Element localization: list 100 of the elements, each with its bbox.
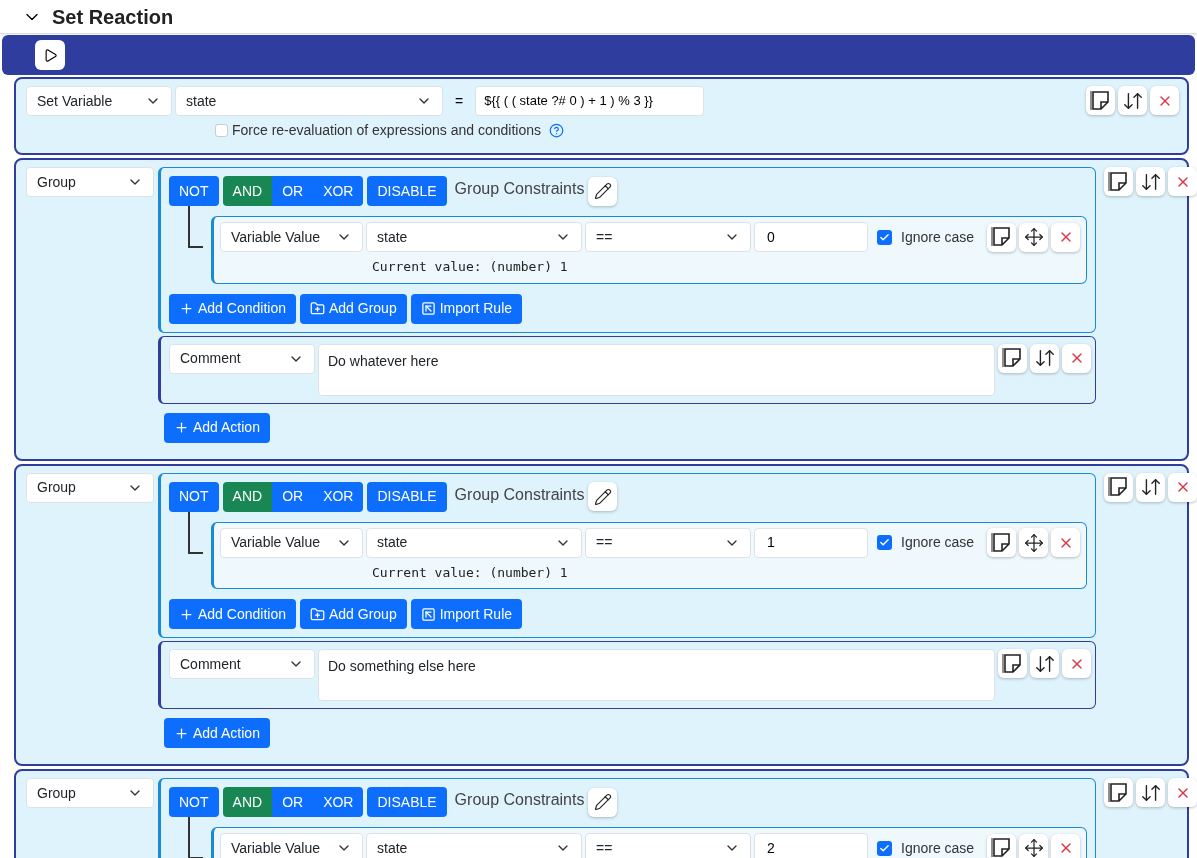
logic-toggle[interactable]: XOR: [313, 481, 364, 512]
move-button[interactable]: [1019, 528, 1049, 557]
move-icon: [1023, 227, 1044, 247]
logic-toggle[interactable]: XOR: [313, 176, 364, 206]
comment-field[interactable]: Do something else here: [318, 649, 996, 701]
help-icon[interactable]: [548, 123, 564, 138]
copy-button[interactable]: [987, 833, 1017, 858]
move-button[interactable]: [1019, 833, 1049, 858]
ignore-case-checkbox[interactable]: [877, 840, 892, 856]
folder-plus-icon: [309, 606, 325, 622]
plus-icon: [179, 606, 194, 622]
check-icon: [879, 231, 890, 243]
equals-sign: =: [455, 91, 464, 111]
logic-toggle[interactable]: XOR: [313, 787, 364, 817]
expression-field[interactable]: ${{ ( ( state ?# 0 ) + 1 ) % 3 }}: [475, 86, 705, 116]
check-icon: [879, 537, 890, 548]
copy-button[interactable]: [1104, 167, 1134, 196]
disable-button[interactable]: DISABLE: [367, 481, 447, 512]
ignore-case-checkbox[interactable]: [877, 229, 892, 245]
reorder-button[interactable]: [1030, 343, 1060, 373]
logic-toggle[interactable]: OR: [272, 787, 314, 817]
edit-button[interactable]: [588, 176, 618, 206]
dropdown[interactable]: Group: [26, 167, 154, 197]
disable-button[interactable]: DISABLE: [367, 787, 447, 817]
copy-button[interactable]: [1104, 472, 1134, 502]
move-button[interactable]: [1019, 222, 1049, 252]
dropdown[interactable]: Variable Value: [220, 833, 363, 858]
value-field[interactable]: 0: [754, 222, 868, 252]
reorder-button[interactable]: [1136, 167, 1166, 196]
copy-button[interactable]: [987, 222, 1017, 252]
up-down-arrows-icon: [1033, 347, 1056, 369]
dropdown[interactable]: ==: [585, 222, 751, 252]
not-button[interactable]: NOT: [169, 787, 219, 817]
copy-button[interactable]: [998, 649, 1028, 678]
note-icon: [1107, 781, 1130, 804]
reorder-button[interactable]: [1136, 778, 1166, 807]
ignore-case-checkbox[interactable]: [877, 535, 892, 550]
dropdown[interactable]: ==: [585, 527, 751, 558]
import-icon: [420, 606, 436, 622]
add-button[interactable]: Add Group: [299, 293, 407, 324]
not-button[interactable]: NOT: [169, 176, 219, 206]
plus-icon: [179, 301, 194, 316]
reorder-button[interactable]: [1030, 649, 1060, 678]
copy-button[interactable]: [1086, 86, 1115, 115]
checkbox-label: Ignore case: [901, 227, 975, 247]
dropdown[interactable]: ==: [585, 833, 751, 858]
play-button[interactable]: [35, 40, 65, 70]
dropdown[interactable]: state: [366, 527, 582, 558]
disable-button[interactable]: DISABLE: [367, 176, 447, 206]
logic-toggle[interactable]: AND: [222, 481, 273, 512]
value-field[interactable]: 2: [754, 833, 868, 858]
pencil-icon: [593, 182, 612, 200]
add-action-button[interactable]: Add Action: [164, 412, 270, 443]
dropdown[interactable]: Comment: [169, 649, 315, 679]
dropdown[interactable]: Variable Value: [220, 527, 363, 558]
tree-line: [188, 206, 203, 248]
note-icon: [990, 531, 1013, 554]
add-button[interactable]: Import Rule: [410, 599, 523, 629]
logic-toggle[interactable]: AND: [222, 787, 273, 817]
reorder-button[interactable]: [1118, 86, 1147, 115]
dropdown[interactable]: Comment: [169, 343, 315, 374]
up-down-arrows-icon: [1139, 476, 1162, 498]
copy-button[interactable]: [987, 528, 1017, 557]
current-value-text: Current value: (number) 1: [372, 563, 569, 582]
copy-button[interactable]: [1104, 778, 1134, 807]
folder-plus-icon: [309, 301, 325, 316]
dropdown[interactable]: Variable Value: [220, 222, 363, 252]
dropdown[interactable]: state: [175, 86, 443, 116]
note-icon: [1001, 652, 1024, 675]
comment-field[interactable]: Do whatever here: [318, 343, 996, 396]
add-button[interactable]: Add Group: [299, 599, 407, 629]
dropdown[interactable]: Group: [26, 778, 154, 808]
dropdown[interactable]: Set Variable: [26, 86, 172, 116]
logic-toggle[interactable]: OR: [272, 481, 314, 512]
add-action-button[interactable]: Add Action: [164, 718, 270, 748]
logic-toggle[interactable]: AND: [222, 176, 273, 206]
pencil-icon: [593, 793, 612, 811]
delete-button[interactable]: [1051, 833, 1081, 858]
value-field[interactable]: 1: [754, 527, 868, 558]
current-value-text: Current value: (number) 1: [372, 258, 569, 276]
dropdown[interactable]: state: [366, 833, 582, 858]
edit-button[interactable]: [588, 787, 618, 817]
tree-line: [188, 817, 203, 858]
dropdown[interactable]: state: [366, 222, 582, 252]
logic-toggle[interactable]: OR: [272, 176, 314, 206]
force-checkbox[interactable]: [215, 124, 228, 137]
tree-line: [188, 511, 203, 554]
add-button[interactable]: Add Condition: [169, 599, 296, 629]
copy-button[interactable]: [998, 343, 1028, 373]
pencil-icon: [593, 487, 612, 506]
dropdown[interactable]: Group: [26, 472, 154, 503]
move-icon: [1023, 532, 1044, 553]
edit-button[interactable]: [588, 482, 618, 511]
add-button[interactable]: Import Rule: [410, 293, 523, 324]
add-button[interactable]: Add Condition: [169, 293, 296, 324]
not-button[interactable]: NOT: [169, 481, 219, 512]
reorder-button[interactable]: [1136, 472, 1166, 502]
check-icon: [879, 842, 890, 854]
note-icon: [990, 837, 1013, 858]
import-icon: [420, 301, 436, 316]
